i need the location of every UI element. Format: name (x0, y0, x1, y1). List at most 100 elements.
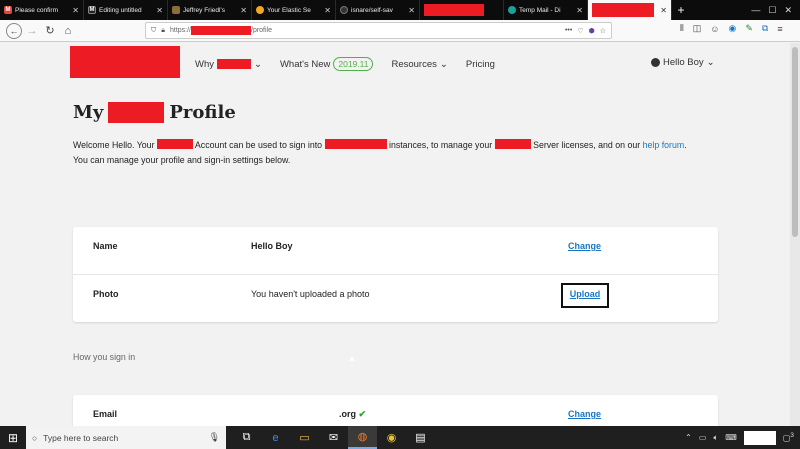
chrome-icon[interactable]: ◉ (377, 426, 406, 449)
menu-resources-label: Resources (391, 58, 437, 70)
user-menu[interactable]: Hello Boy ⌄ (651, 57, 715, 68)
row-label: Email (93, 409, 118, 419)
file-explorer-icon[interactable]: ▭ (290, 426, 319, 449)
maximize-icon[interactable]: ☐ (768, 5, 776, 16)
close-icon[interactable]: ✕ (576, 6, 583, 15)
sidebar-icon[interactable]: ◫ (693, 23, 702, 34)
menu-why[interactable]: Why ⌄ (195, 59, 262, 70)
chevron-down-icon: ⌄ (439, 58, 448, 70)
site-favicon-icon (172, 6, 180, 14)
keyboard-icon[interactable]: ⌨ (725, 433, 737, 442)
task-view-icon[interactable]: ⧉ (232, 426, 261, 449)
menu-pricing[interactable]: Pricing (466, 59, 495, 70)
cursor-dot (350, 357, 354, 361)
page-actions-icon[interactable]: ••• (565, 27, 572, 34)
close-icon[interactable]: ✕ (408, 6, 415, 15)
profile-row-name: Name Hello Boy Change (73, 227, 718, 274)
signin-row-email: Email .org ✔ Change (73, 395, 718, 426)
redacted-clock (743, 430, 776, 445)
menu-resources[interactable]: Resources ⌄ (391, 59, 447, 70)
tab-active-profile[interactable]: ✕ (588, 0, 672, 20)
close-icon[interactable]: ✕ (72, 6, 79, 15)
user-icon (651, 58, 660, 67)
library-icon[interactable]: ⫴ (680, 23, 684, 34)
intro-part: Account can be used to sign into (194, 140, 323, 150)
close-icon[interactable]: ✕ (240, 6, 247, 15)
network-icon[interactable]: ▭ (699, 433, 707, 442)
forward-arrow-icon[interactable]: → (24, 23, 40, 39)
menu-whats-new[interactable]: What's New 2019.11 (280, 57, 374, 71)
home-icon[interactable]: ⌂ (60, 23, 76, 39)
tab-jeffrey-friedl[interactable]: Jeffrey Friedl's ✕ (168, 0, 252, 20)
taskbar-search[interactable]: ○ Type here to search 🎙︎ (26, 426, 226, 449)
github-icon (340, 6, 348, 14)
tab-elastic[interactable]: Your Elastic Se ✕ (252, 0, 336, 20)
edge-icon[interactable]: e (261, 426, 290, 449)
redacted-logo[interactable] (70, 46, 180, 78)
microphone-icon[interactable]: 🎙︎ (209, 432, 220, 443)
chevron-down-icon: ⌄ (254, 58, 262, 70)
extension-icon[interactable]: ✎ (745, 23, 753, 34)
extension-icon[interactable]: ◉ (729, 23, 737, 34)
volume-icon[interactable]: 🔈︎ (713, 433, 718, 443)
scrollbar-thumb[interactable] (792, 47, 798, 237)
extension-icon[interactable]: ⧉ (762, 23, 768, 34)
mail-icon[interactable]: ✉ (319, 426, 348, 449)
menu-whats-new-label: What's New (279, 58, 331, 70)
tab-title: Editing untitled (99, 6, 142, 14)
menu-icon[interactable]: ≡ (777, 24, 782, 34)
close-window-icon[interactable]: ✕ (784, 5, 792, 16)
notification-count: 3 (790, 432, 794, 440)
email-value: .org (339, 409, 356, 419)
redacted-block (592, 3, 654, 17)
tab-redacted[interactable] (420, 0, 504, 20)
taskbar: ⊞ ○ Type here to search 🎙︎ ⧉ e ▭ ✉ ◍ ◉ ▤… (0, 426, 800, 449)
minimize-icon[interactable]: — (751, 5, 760, 15)
help-forum-link[interactable]: help forum (643, 140, 685, 150)
bookmark-star-icon[interactable]: ☆ (600, 27, 606, 35)
url-suffix: /profile (251, 27, 273, 34)
upload-photo-link[interactable]: Upload (561, 283, 609, 308)
new-tab-button[interactable]: + (672, 0, 690, 20)
verified-check-icon: ✔ (358, 409, 367, 419)
reload-icon[interactable]: ↻ (42, 23, 58, 39)
windows-start-icon[interactable]: ⊞ (0, 426, 26, 449)
profile-row-photo: Photo You haven't uploaded a photo Uploa… (73, 274, 718, 321)
chevron-up-icon[interactable]: ⌃ (685, 433, 692, 442)
lock-icon[interactable]: 🔒︎ (161, 27, 165, 35)
url-text[interactable]: https:// /profile (170, 26, 560, 35)
document-icon[interactable]: ▤ (406, 426, 435, 449)
redacted-block (424, 4, 484, 16)
change-name-link[interactable]: Change (568, 241, 601, 251)
change-email-link[interactable]: Change (568, 409, 601, 419)
signin-card: Email .org ✔ Change (73, 395, 718, 426)
main-menu: Why ⌄ What's New 2019.11 Resources ⌄ Pri… (195, 57, 513, 71)
pocket-icon[interactable]: ♡ (577, 27, 583, 35)
tab-please-confirm[interactable]: M Please confirm ✕ (0, 0, 84, 20)
firefox-icon[interactable]: ◍ (348, 426, 377, 449)
version-badge: 2019.11 (333, 57, 374, 71)
page-scrollbar[interactable] (790, 43, 800, 426)
intro-part: . (684, 140, 687, 150)
notification-icon[interactable]: ▢3 (783, 432, 794, 443)
tab-title: Your Elastic Se (267, 6, 311, 14)
redacted-block (191, 26, 251, 35)
redacted-block (494, 139, 531, 149)
window-controls: — ☐ ✕ (751, 0, 800, 20)
close-icon[interactable]: ✕ (156, 6, 163, 15)
row-label: Name (93, 241, 118, 251)
page-title-right: Profile (169, 102, 236, 123)
back-arrow-icon[interactable]: ← (6, 22, 22, 39)
menu-why-label: Why (195, 58, 214, 70)
shield-icon[interactable]: ⛉ (151, 27, 156, 35)
extension-icon[interactable]: ⬢ (589, 27, 595, 35)
tab-title: isnare/self-sav (351, 6, 393, 14)
account-icon[interactable]: ☺ (710, 24, 719, 34)
chevron-down-icon: ⌄ (706, 57, 715, 68)
tab-temp-mail[interactable]: Temp Mail - Di ✕ (504, 0, 588, 20)
address-bar[interactable]: ⛉ 🔒︎ https:// /profile ••• ♡ ⬢ ☆ (145, 22, 612, 39)
close-icon[interactable]: ✕ (660, 6, 667, 15)
tab-github[interactable]: isnare/self-sav ✕ (336, 0, 420, 20)
close-icon[interactable]: ✕ (324, 6, 331, 15)
tab-editing-untitled[interactable]: M Editing untitled ✕ (84, 0, 168, 20)
